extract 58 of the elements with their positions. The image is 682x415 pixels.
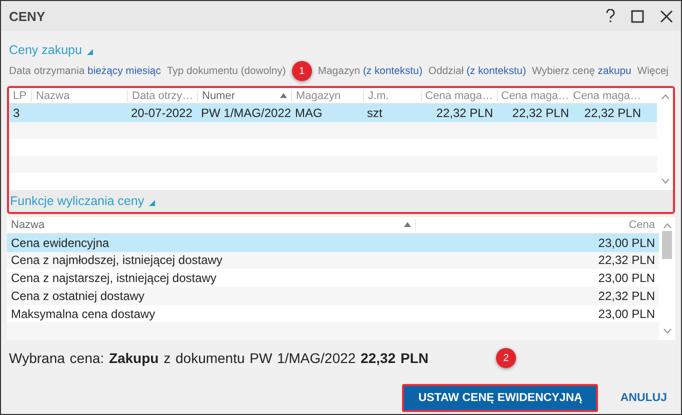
close-icon[interactable] xyxy=(660,10,673,22)
scroll-up-icon[interactable] xyxy=(660,94,670,100)
sort-ascending-icon xyxy=(280,93,287,98)
annotation-badge: 2 xyxy=(496,348,516,368)
table-cell: Cena ewidencyjna xyxy=(11,236,110,250)
table-cell: PW 1/MAG/2022 xyxy=(201,106,292,120)
column-header[interactable]: LP xyxy=(9,90,31,102)
help-icon[interactable] xyxy=(606,9,615,23)
table-row[interactable]: Cena ewidencyjna 23,00 PLN xyxy=(7,234,659,252)
scroll-down-icon[interactable] xyxy=(662,328,672,334)
column-header[interactable]: Data otrzy… xyxy=(127,90,197,102)
window-title: CENY xyxy=(9,8,46,24)
sort-ascending-icon xyxy=(404,222,411,228)
table-cell: Cena z najstarszej, istniejącej dostawy xyxy=(11,271,216,286)
column-header[interactable]: Cena maga… xyxy=(573,90,645,102)
scroll-up-icon[interactable] xyxy=(662,223,672,229)
table-cell: szt xyxy=(367,106,382,120)
column-header[interactable]: J.m. xyxy=(363,90,421,102)
set-price-button[interactable]: USTAW CENĘ EWIDENCYJNĄ xyxy=(402,384,598,412)
table-cell: 22,32 PLN xyxy=(512,106,569,120)
filter-link[interactable]: Data otrzymania bieżący miesiąc xyxy=(9,66,161,76)
table-row[interactable]: Cena z najstarszej, istniejącej dostawy 23,00 PLN xyxy=(7,269,659,287)
table-cell: 22,32 PLN xyxy=(584,106,641,120)
table-row[interactable]: Maksymalna cena dostawy 23,00 PLN xyxy=(7,304,659,322)
table-cell: Cena z ostatniej dostawy xyxy=(11,288,144,303)
filter-link[interactable]: Typ dokumentu (dowolny) xyxy=(166,66,286,76)
table-cell: 22,32 PLN xyxy=(436,106,493,120)
table-cell: MAG xyxy=(295,106,322,120)
table-row[interactable]: Cena z ostatniej dostawy 22,32 PLN xyxy=(7,286,659,305)
annotation-badge: 1 xyxy=(292,61,312,81)
filter-link[interactable]: Wybierz cenę zakupu xyxy=(532,66,632,76)
table-row[interactable]: Cena z najmłodszej, istniejącej dostawy 22,32 PLN xyxy=(7,252,659,270)
table-cell: 3 xyxy=(13,106,20,120)
section-toggle-link[interactable]: Ceny zakupu xyxy=(9,43,82,57)
table-cell: Cena z najmłodszej, istniejącej dostawy xyxy=(11,253,222,268)
cancel-button[interactable]: ANULUJ xyxy=(618,388,669,408)
table-cell: 23,00 PLN xyxy=(598,236,655,250)
column-header[interactable]: Nazwa xyxy=(7,218,415,231)
table-cell: 23,00 PLN xyxy=(598,271,655,286)
selected-price-summary: Wybrana cena: Zakupu z dokumentu PW 1/MAG/2022 22,32 PLN xyxy=(9,350,429,366)
table-cell: 20-07-2022 xyxy=(131,106,192,120)
section-toggle-link[interactable]: Funkcje wyliczania ceny xyxy=(10,194,144,208)
table-row[interactable]: 3 20-07-2022 PW 1/MAG/2022 MAG szt 22,32 PLN 22,32 PLN 22,32 PLN xyxy=(9,104,657,122)
filter-link[interactable]: Magazyn (z kontekstu) xyxy=(318,66,422,76)
column-header[interactable]: Cena maga… xyxy=(421,90,497,102)
column-header[interactable]: Cena maga… xyxy=(497,90,573,102)
table-cell: 23,00 PLN xyxy=(598,306,655,320)
column-header[interactable]: Magazyn xyxy=(291,90,363,102)
maximize-icon[interactable] xyxy=(631,10,644,22)
filter-link[interactable]: Więcej xyxy=(637,66,668,76)
column-header[interactable]: Nazwa xyxy=(31,90,127,102)
scroll-down-icon[interactable] xyxy=(660,178,670,184)
filter-link[interactable]: Oddział (z kontekstu) xyxy=(428,66,526,76)
column-header[interactable]: Numer xyxy=(197,90,291,102)
table-cell: Maksymalna cena dostawy xyxy=(11,306,156,320)
table-cell: 22,32 PLN xyxy=(598,288,655,303)
table-cell: 22,32 PLN xyxy=(598,253,655,268)
scrollbar-thumb[interactable] xyxy=(662,231,672,259)
